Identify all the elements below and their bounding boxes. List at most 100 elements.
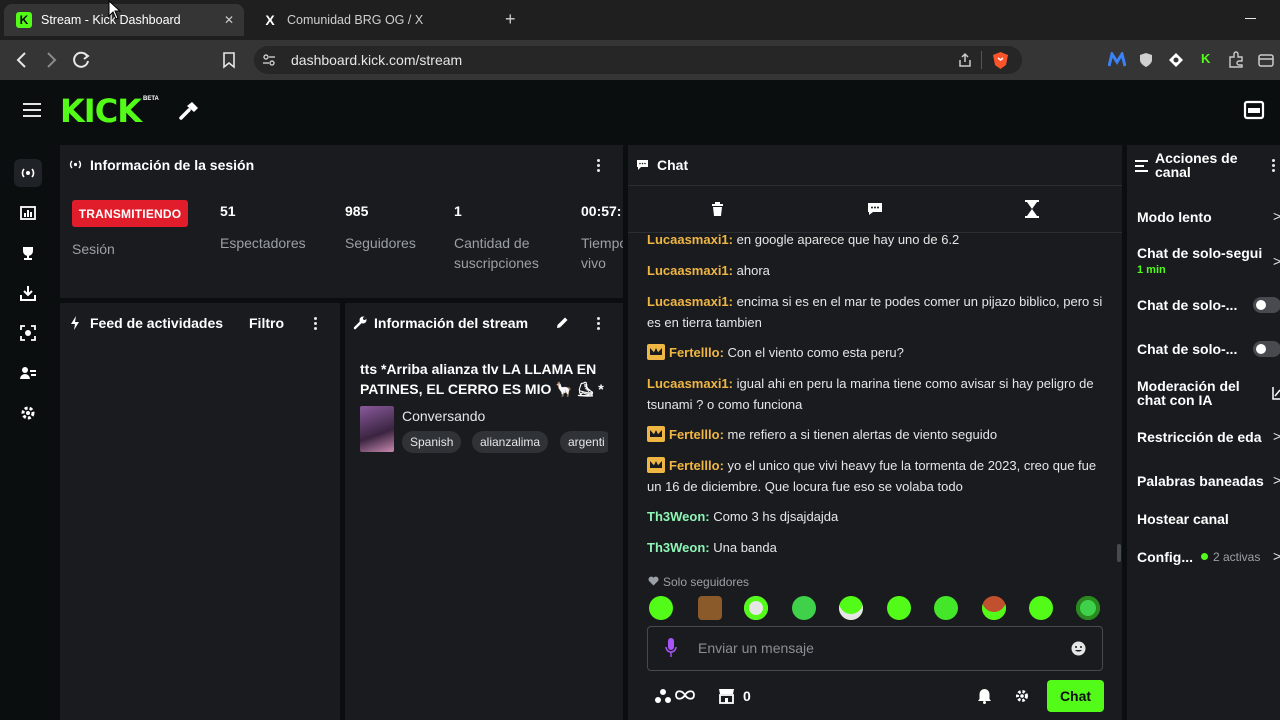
extension-diamond-icon[interactable]: [1168, 52, 1184, 68]
ai-moderation-action[interactable]: Moderación del chat con IA: [1137, 379, 1252, 407]
brave-shield-icon[interactable]: [992, 51, 1009, 70]
slow-mode-hourglass-icon[interactable]: [1025, 200, 1039, 218]
hammer-icon[interactable]: [178, 101, 200, 121]
forward-icon[interactable]: [44, 51, 58, 69]
chat-username[interactable]: Fertelllo: [669, 458, 720, 473]
tag-chip[interactable]: alianzalima: [472, 431, 549, 453]
emotes-only-toggle[interactable]: [1253, 341, 1280, 357]
tab-title: Comunidad BRG OG / X: [287, 13, 424, 27]
age-restriction-action[interactable]: Restricción de eda: [1137, 429, 1262, 445]
channel-actions-menu-icon[interactable]: [1272, 159, 1276, 174]
creator-store-icon[interactable]: [1243, 100, 1265, 120]
user-badges-icon[interactable]: [654, 687, 672, 705]
clear-chat-trash-icon[interactable]: [711, 202, 724, 216]
slow-mode-action[interactable]: Modo lento: [1137, 209, 1212, 225]
chevron-right-icon[interactable]: >: [1273, 208, 1280, 224]
followers-only-action[interactable]: Chat de solo-segui: [1137, 245, 1262, 261]
extensions-puzzle-icon[interactable]: [1227, 51, 1245, 69]
beta-label: BETA: [143, 96, 159, 102]
chat-input-placeholder: Enviar un mensaje: [698, 640, 814, 656]
tag-chip[interactable]: Spanish: [402, 431, 462, 453]
chat-message: Lucaasmaxi1: ahora: [647, 263, 770, 278]
emotes-only-action[interactable]: Chat de solo-...: [1137, 341, 1237, 357]
chat-username[interactable]: Fertelllo: [669, 427, 720, 442]
subscribers-only-action[interactable]: Chat de solo-...: [1137, 297, 1237, 313]
viewers-label: Espectadores: [220, 235, 306, 251]
config-action[interactable]: Config...: [1137, 549, 1193, 565]
extension-kick-icon[interactable]: K: [1201, 51, 1210, 66]
chat-message: Th3Weon: Una banda: [647, 540, 777, 555]
session-menu-icon[interactable]: [597, 159, 601, 174]
category-thumbnail[interactable]: [360, 406, 394, 452]
chat-username[interactable]: Fertelllo: [669, 345, 720, 360]
chat-username[interactable]: Th3Weon: [647, 540, 705, 555]
stream-info-menu-icon[interactable]: [597, 317, 601, 332]
tab-kick-dashboard[interactable]: K Stream - Kick Dashboard ✕: [4, 4, 244, 36]
channel-points-count: 0: [743, 688, 751, 704]
emote-cheer-icon[interactable]: [839, 596, 863, 620]
nav-trophy-icon[interactable]: [14, 239, 42, 267]
chat-username[interactable]: Lucaasmaxi1: [647, 294, 729, 309]
emote-mushroom-icon[interactable]: [982, 596, 1006, 620]
nav-download-icon[interactable]: [14, 279, 42, 307]
emote-grin-icon[interactable]: [792, 596, 816, 620]
chat-options-bubble-icon[interactable]: [867, 202, 883, 216]
new-tab-icon[interactable]: +: [505, 9, 516, 30]
chevron-right-icon[interactable]: >: [1273, 472, 1280, 488]
emote-angry-icon[interactable]: [1076, 596, 1100, 620]
nav-settings-icon[interactable]: [14, 399, 42, 427]
stream-title-text: tts *Arriba alianza tlv LA LLAMA EN PATI…: [360, 361, 604, 397]
host-channel-action[interactable]: Hostear canal: [1137, 511, 1229, 527]
chat-message: Lucaasmaxi1: encima si es en el mar te p…: [647, 294, 1103, 330]
extension-shield-icon[interactable]: [1139, 52, 1153, 68]
session-info-title: Información de la sesión: [90, 157, 255, 173]
share-icon[interactable]: [957, 52, 973, 68]
nav-community-icon[interactable]: [14, 359, 42, 387]
chat-scrollbar[interactable]: [1117, 544, 1121, 562]
close-tab-icon[interactable]: ✕: [224, 13, 234, 27]
emote-box-icon[interactable]: [698, 596, 722, 620]
site-settings-icon[interactable]: [262, 53, 276, 67]
subscribers-only-toggle[interactable]: [1253, 297, 1280, 313]
chat-username[interactable]: Th3Weon: [647, 509, 705, 524]
emote-tongue-icon[interactable]: [1029, 596, 1053, 620]
notifications-bell-icon[interactable]: [977, 688, 992, 704]
chevron-right-icon[interactable]: >: [1273, 253, 1280, 269]
category-name[interactable]: Conversando: [402, 408, 485, 424]
edit-pencil-icon[interactable]: [556, 316, 569, 329]
chevron-right-icon[interactable]: >: [1273, 428, 1280, 444]
emote-smile-icon[interactable]: [887, 596, 911, 620]
infinity-icon[interactable]: [675, 689, 695, 701]
nav-moderation-icon[interactable]: [14, 319, 42, 347]
channel-points-store-icon[interactable]: [718, 688, 735, 704]
minimize-window-icon[interactable]: [1245, 18, 1256, 19]
banned-words-action[interactable]: Palabras baneadas: [1137, 473, 1264, 489]
external-link-icon[interactable]: [1272, 386, 1280, 400]
feed-filter-button[interactable]: Filtro: [249, 315, 284, 331]
send-chat-button[interactable]: Chat: [1047, 680, 1104, 712]
extension-m-icon[interactable]: [1108, 52, 1126, 68]
chat-message: Fertelllo: yo el unico que vivi heavy fu…: [647, 457, 1097, 494]
emoji-picker-icon[interactable]: [1071, 641, 1086, 656]
feed-menu-icon[interactable]: [314, 317, 318, 332]
microphone-icon[interactable]: [665, 638, 677, 658]
back-icon[interactable]: [15, 51, 29, 69]
hamburger-menu-icon[interactable]: [23, 103, 41, 117]
emote-happy-icon[interactable]: [934, 596, 958, 620]
chat-username[interactable]: Lucaasmaxi1: [647, 263, 729, 278]
tag-chip[interactable]: argenti: [560, 431, 608, 453]
chevron-right-icon[interactable]: >: [1273, 548, 1280, 564]
nav-analytics-icon[interactable]: [14, 199, 42, 227]
kick-logo[interactable]: KICK: [60, 92, 142, 130]
chat-username[interactable]: Lucaasmaxi1: [647, 376, 729, 391]
tag-list: Spanish alianzalima argenti: [402, 430, 608, 456]
reload-icon[interactable]: [73, 51, 91, 69]
nav-stream-icon[interactable]: [14, 159, 42, 187]
chat-username[interactable]: Lucaasmaxi1: [647, 232, 729, 247]
emote-eyes-icon[interactable]: [744, 596, 768, 620]
tab-comunidad[interactable]: X Comunidad BRG OG / X: [250, 4, 490, 36]
chat-settings-gear-icon[interactable]: [1015, 689, 1029, 703]
emote-halo-icon[interactable]: [649, 596, 673, 620]
bookmark-icon[interactable]: [222, 52, 236, 69]
wallet-icon[interactable]: [1257, 51, 1275, 69]
